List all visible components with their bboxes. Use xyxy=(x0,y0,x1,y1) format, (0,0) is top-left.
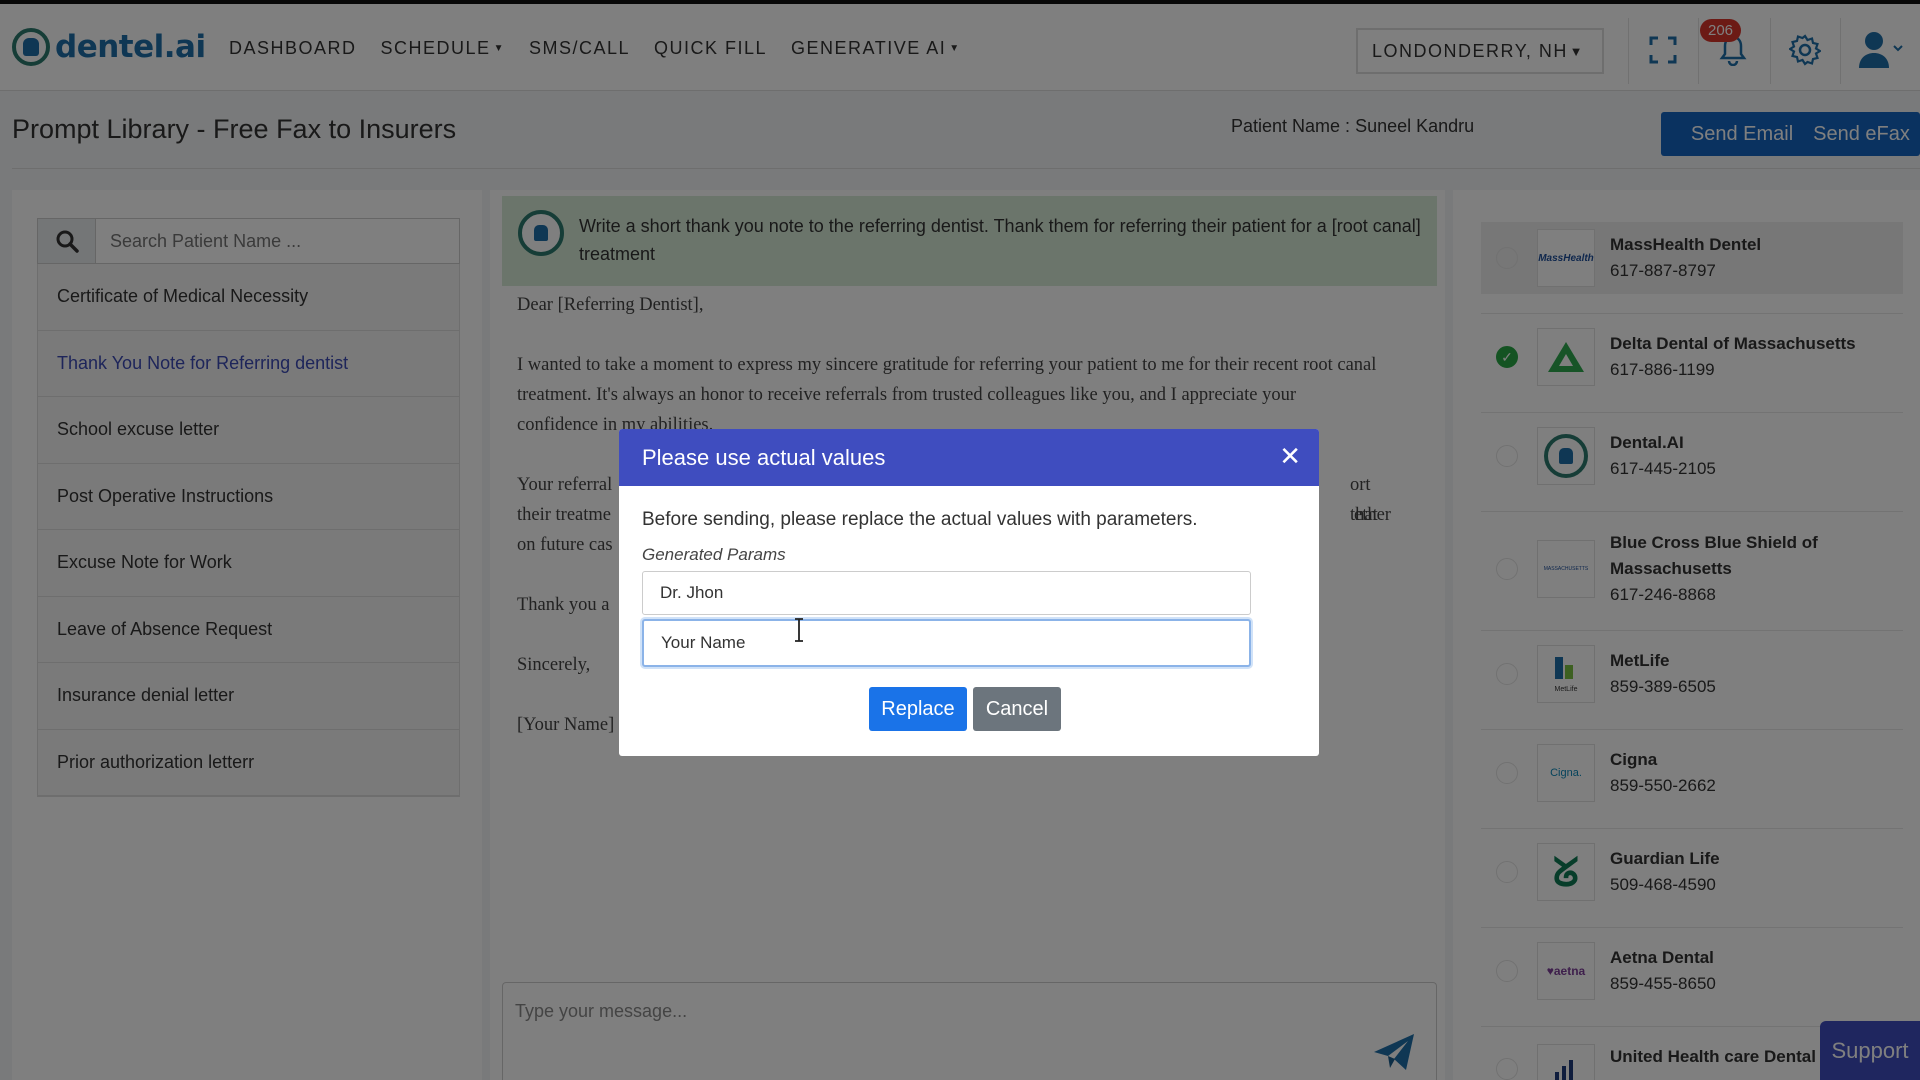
replace-params-modal: Please use actual values ✕ Before sendin… xyxy=(619,429,1319,756)
modal-header: Please use actual values ✕ xyxy=(619,429,1319,486)
text-cursor-icon xyxy=(795,618,803,642)
modal-title: Please use actual values xyxy=(642,444,886,470)
replace-button[interactable]: Replace xyxy=(869,687,967,731)
param-input-1[interactable] xyxy=(642,571,1251,615)
modal-actions: Replace Cancel xyxy=(634,687,1296,731)
param-input-2[interactable] xyxy=(642,619,1251,667)
modal-body: Before sending, please replace the actua… xyxy=(619,486,1319,731)
cancel-button[interactable]: Cancel xyxy=(973,687,1061,731)
modal-message: Before sending, please replace the actua… xyxy=(642,509,1198,530)
params-label: Generated Params xyxy=(642,545,786,564)
close-icon[interactable]: ✕ xyxy=(1279,441,1301,472)
